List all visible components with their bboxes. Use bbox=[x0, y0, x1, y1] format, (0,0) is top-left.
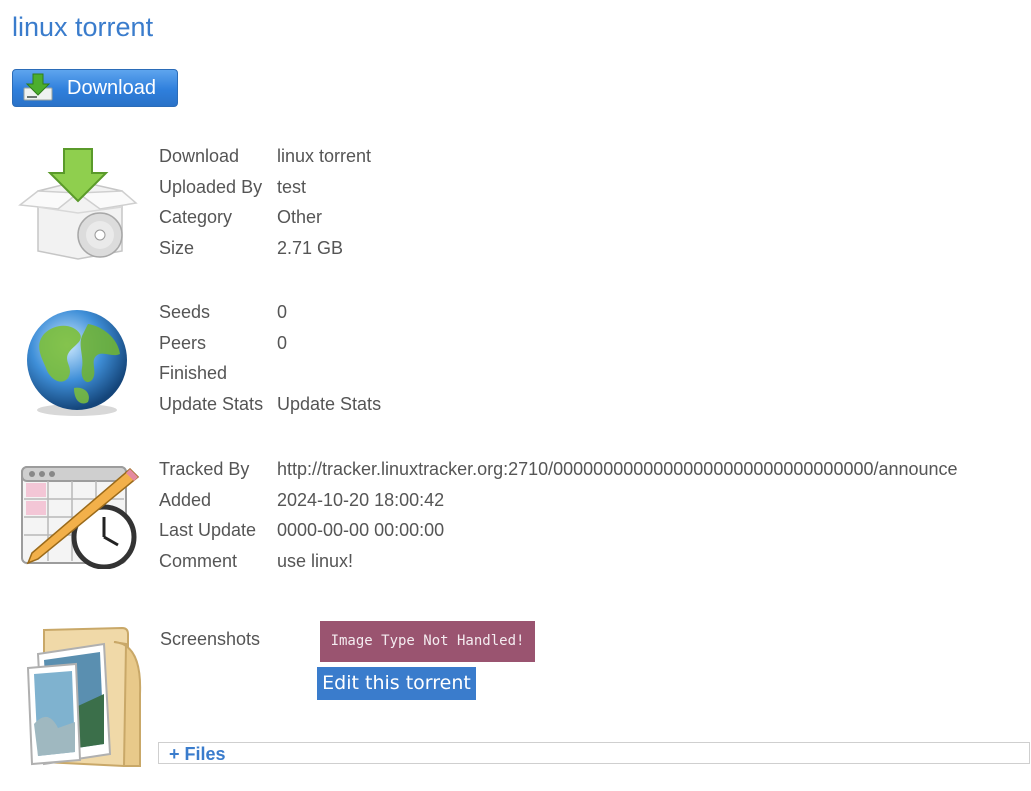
edit-torrent-button[interactable]: Edit this torrent bbox=[317, 667, 476, 700]
download-button[interactable]: Download bbox=[12, 69, 178, 107]
category-value: Other bbox=[277, 207, 323, 227]
info-row-uploaded-by: Uploaded By test bbox=[159, 172, 371, 203]
info-row-peers: Peers 0 bbox=[159, 328, 381, 359]
torrent-name-link[interactable]: linux torrent bbox=[277, 141, 371, 172]
torrent-details-page: linux torrent Download Download linux to… bbox=[0, 0, 1031, 791]
info-row-finished: Finished bbox=[159, 358, 381, 389]
screenshot-placeholder: Image Type Not Handled! bbox=[320, 621, 535, 662]
seeds-value: 0 bbox=[277, 302, 288, 322]
size-value: 2.71 GB bbox=[277, 237, 344, 258]
download-box-icon bbox=[23, 73, 53, 101]
page-title: linux torrent bbox=[12, 12, 154, 42]
uploader-link[interactable]: test bbox=[277, 172, 306, 203]
info-label: Comment bbox=[159, 550, 238, 571]
calendar-clock-icon bbox=[21, 466, 140, 569]
tracker-url-value: http://tracker.linuxtracker.org:2710/000… bbox=[277, 459, 958, 479]
globe-icon bbox=[27, 310, 127, 416]
info-label: Last Update bbox=[159, 520, 257, 540]
tracker-info: Tracked By http://tracker.linuxtracker.o… bbox=[159, 454, 958, 576]
info-label: Category bbox=[159, 207, 233, 227]
screenshots-label: Screenshots bbox=[160, 629, 261, 649]
general-info: Download linux torrent Uploaded By test … bbox=[159, 141, 371, 263]
files-panel: + Files bbox=[158, 742, 1030, 764]
files-toggle[interactable]: + Files bbox=[169, 743, 226, 765]
info-label: Seeds bbox=[159, 302, 211, 322]
info-row-update-stats: Update Stats Update Stats bbox=[159, 389, 381, 420]
update-stats-link[interactable]: Update Stats bbox=[277, 389, 381, 420]
info-label: Peers bbox=[159, 332, 207, 353]
download-button-label: Download bbox=[67, 77, 156, 99]
stats-info: Seeds 0 Peers 0 Finished Update Stats Up… bbox=[159, 297, 381, 419]
info-row-category: Category Other bbox=[159, 202, 371, 233]
added-value: 2024-10-20 18:00:42 bbox=[277, 489, 445, 510]
info-row-seeds: Seeds 0 bbox=[159, 297, 381, 328]
folder-images-icon bbox=[26, 626, 142, 768]
info-row-comment: Comment use linux! bbox=[159, 546, 958, 577]
info-row-tracked-by: Tracked By http://tracker.linuxtracker.o… bbox=[159, 454, 958, 485]
info-label: Finished bbox=[159, 363, 228, 383]
software-box-download-icon bbox=[18, 148, 138, 260]
info-row-download: Download linux torrent bbox=[159, 141, 371, 172]
info-row-last-update: Last Update 0000-00-00 00:00:00 bbox=[159, 515, 958, 546]
info-label: Size bbox=[159, 237, 195, 258]
info-row-added: Added 2024-10-20 18:00:42 bbox=[159, 485, 958, 516]
last-update-value: 0000-00-00 00:00:00 bbox=[277, 520, 445, 540]
peers-value: 0 bbox=[277, 332, 288, 353]
info-row-size: Size 2.71 GB bbox=[159, 233, 371, 264]
comment-value: use linux! bbox=[277, 550, 354, 571]
info-label: Update Stats bbox=[159, 393, 264, 414]
info-label: Uploaded By bbox=[159, 176, 263, 197]
info-label: Added bbox=[159, 489, 212, 510]
info-label: Download bbox=[159, 146, 240, 166]
info-label: Tracked By bbox=[159, 459, 250, 479]
